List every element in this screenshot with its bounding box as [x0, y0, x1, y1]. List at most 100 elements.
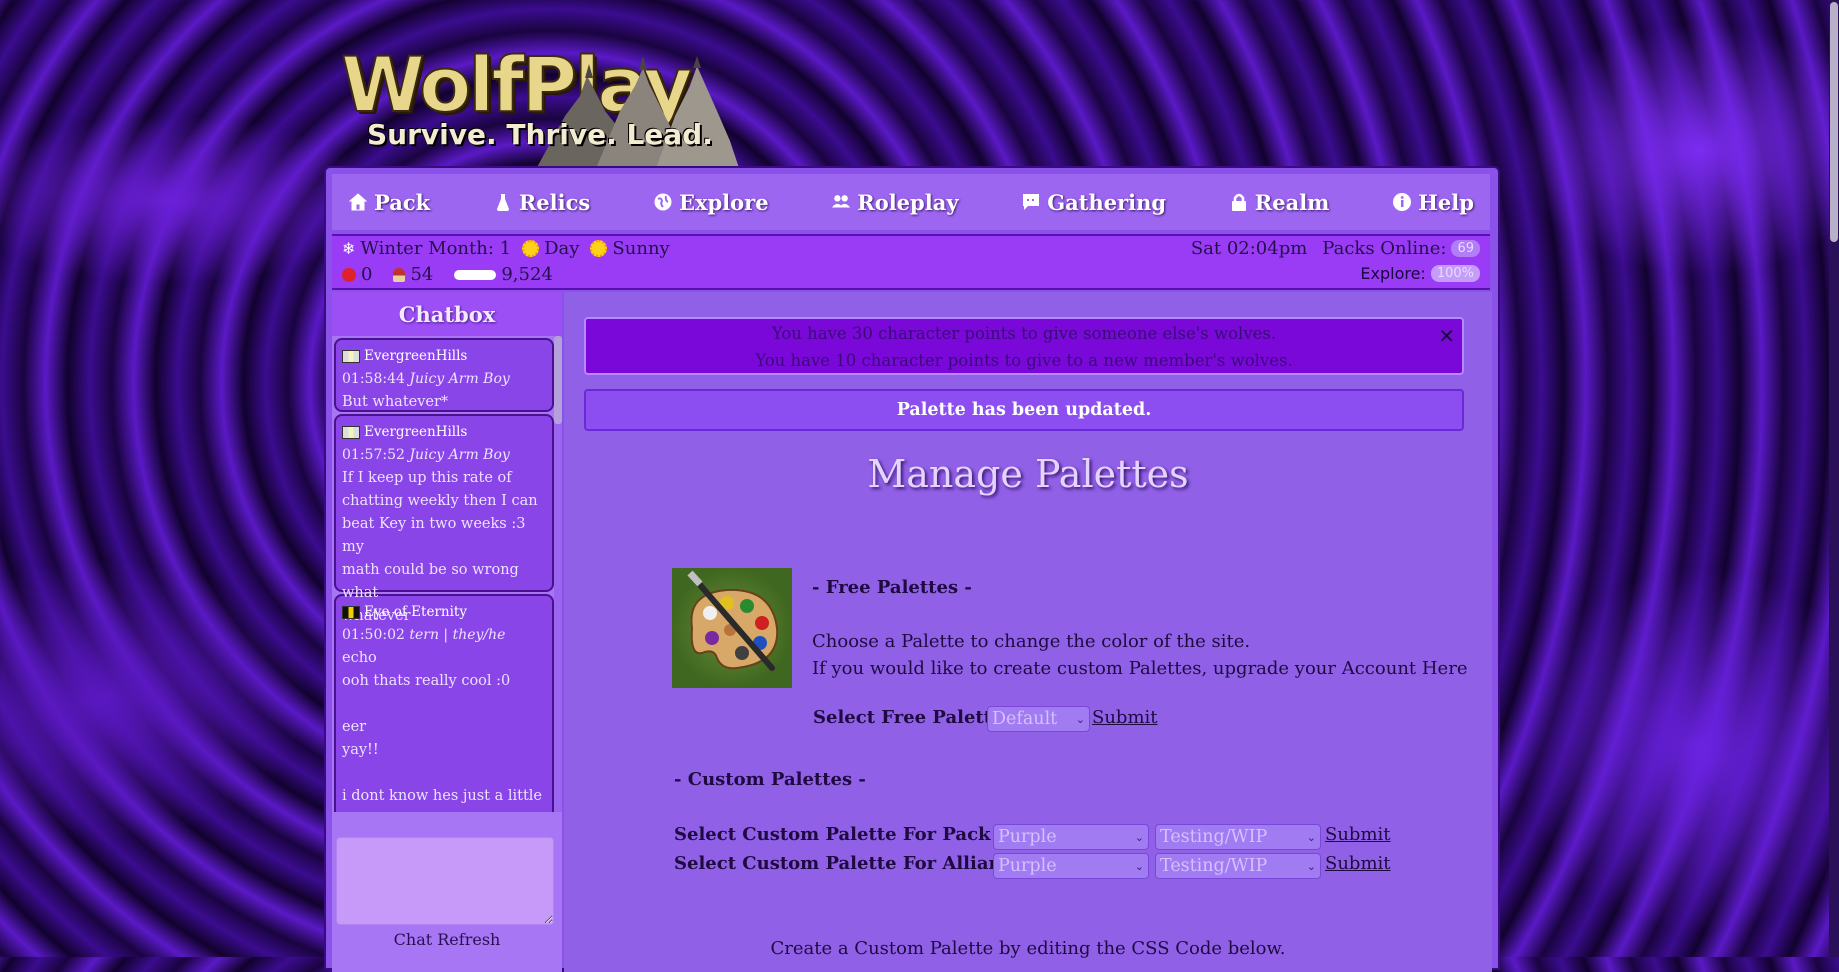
- site-logo[interactable]: WolfPlay Survive. Thrive. Lead.: [335, 38, 750, 171]
- packs-online-badge[interactable]: 69: [1451, 240, 1480, 257]
- explore-meter: 100%: [1430, 265, 1480, 282]
- user-flag-icon: [342, 350, 360, 363]
- chat-line: echo: [342, 650, 377, 666]
- alliance-status-select[interactable]: Testing/WIP ⌄: [1155, 853, 1321, 879]
- chat-scrollbar[interactable]: [554, 336, 562, 812]
- user-flag-icon: [342, 606, 360, 619]
- weather-text: Sunny: [612, 238, 670, 259]
- apples-count: 0: [361, 264, 373, 285]
- mushrooms-count: 54: [410, 264, 434, 285]
- free-palette-submit[interactable]: Submit: [1092, 707, 1158, 728]
- chat-line: But whatever*: [342, 394, 449, 410]
- free-palettes-desc-1: Choose a Palette to change the color of …: [812, 631, 1251, 652]
- pack-palette-label: Select Custom Palette For Pack: [674, 824, 991, 845]
- season-text: Winter Month: 1: [360, 238, 512, 259]
- nav-pack[interactable]: Pack: [342, 190, 436, 215]
- packs-online-label: Packs Online:: [1322, 238, 1447, 259]
- pack-palette-select-value: Purple: [998, 827, 1057, 847]
- alliance-palette-label: Select Custom Palette For Alliance: [674, 853, 1025, 874]
- chat-line: i dont know hes just a little: [342, 788, 542, 804]
- nav-gathering[interactable]: Gathering: [1015, 190, 1172, 215]
- weather-sun-icon: [590, 240, 608, 257]
- nav-realm-label: Realm: [1254, 189, 1330, 215]
- home-icon: [348, 193, 368, 211]
- chevron-down-icon: ⌄: [1306, 859, 1316, 873]
- chat-actions[interactable]: Chat Refresh: [332, 930, 562, 949]
- sun-icon: [522, 240, 540, 257]
- notice-line-2: You have 10 character points to give to …: [755, 351, 1293, 370]
- chat-line: yay!!: [342, 742, 379, 758]
- close-icon[interactable]: ✕: [1438, 323, 1455, 350]
- content-area: You have 30 character points to give som…: [564, 292, 1492, 972]
- chat-tag: Juicy Arm Boy: [409, 371, 510, 387]
- alliance-palette-select-value: Purple: [998, 856, 1057, 876]
- free-palette-select-value: Default: [992, 709, 1058, 729]
- chat-message: EvergreenHills 01:57:52 Juicy Arm Boy If…: [334, 414, 554, 624]
- nav-gathering-label: Gathering: [1047, 189, 1167, 215]
- chat-username[interactable]: EvergreenHills: [364, 345, 467, 368]
- globe-icon: [654, 193, 672, 211]
- chat-username[interactable]: EvergreenHills: [364, 421, 467, 444]
- pack-palette-submit[interactable]: Submit: [1325, 824, 1391, 845]
- chatbox: Chatbox EvergreenHills 01:58:44 Juicy Ar…: [332, 292, 562, 972]
- lock-icon: [1231, 193, 1246, 211]
- bone-icon: [454, 269, 497, 280]
- chat-line: beat Key in two weeks :3 my: [342, 516, 526, 555]
- clock-text: Sat 02:04pm: [1190, 238, 1308, 259]
- chat-message-list[interactable]: EvergreenHills 01:58:44 Juicy Arm Boy Bu…: [332, 336, 562, 812]
- custom-palette-css-instructions: Create a Custom Palette by editing the C…: [770, 938, 1286, 959]
- chat-line: ooh thats really cool :0: [342, 673, 511, 689]
- time-of-day-text: Day: [544, 238, 580, 259]
- info-icon: [1393, 193, 1412, 211]
- main-panel: Pack Relics Explore Roleplay Gathering R…: [324, 166, 1500, 972]
- chat-scrollbar-thumb[interactable]: [554, 336, 562, 424]
- alliance-palette-submit[interactable]: Submit: [1325, 853, 1391, 874]
- paint-palette-icon: [672, 568, 792, 688]
- nav-roleplay[interactable]: Roleplay: [825, 190, 964, 215]
- pack-status-select-value: Testing/WIP: [1160, 827, 1268, 847]
- snowflake-icon: ❄: [342, 239, 356, 258]
- main-nav: Pack Relics Explore Roleplay Gathering R…: [332, 174, 1490, 230]
- chat-username[interactable]: Eye of Eternity: [364, 601, 467, 624]
- chat-bubble-icon: [1023, 194, 1040, 210]
- chat-time: 01:57:52: [342, 447, 405, 463]
- page-scrollbar-thumb[interactable]: [1830, 2, 1838, 242]
- wolves-illustration: [535, 56, 740, 171]
- chevron-down-icon: ⌄: [1134, 830, 1144, 844]
- notice-line-1: You have 30 character points to give som…: [771, 324, 1277, 343]
- character-points-notice: You have 30 character points to give som…: [584, 317, 1464, 375]
- nav-explore[interactable]: Explore: [647, 190, 775, 215]
- chat-line: If I keep up this rate of: [342, 470, 512, 486]
- alliance-palette-select[interactable]: Purple ⌄: [993, 853, 1149, 879]
- chevron-down-icon: ⌄: [1306, 830, 1316, 844]
- page-title: Manage Palettes: [867, 452, 1189, 496]
- chat-time: 01:50:02: [342, 627, 405, 643]
- pack-palette-select[interactable]: Purple ⌄: [993, 824, 1149, 850]
- nav-realm[interactable]: Realm: [1223, 190, 1336, 215]
- chat-line: [342, 693, 546, 716]
- nav-roleplay-label: Roleplay: [857, 189, 959, 215]
- nav-help-label: Help: [1418, 189, 1474, 215]
- chat-message: EvergreenHills 01:58:44 Juicy Arm Boy Bu…: [334, 338, 554, 412]
- mushroom-icon: [393, 267, 406, 282]
- logo-tagline: Survive. Thrive. Lead.: [367, 118, 713, 151]
- nav-relics[interactable]: Relics: [487, 190, 596, 215]
- chat-message: Eye of Eternity 01:50:02 tern | they/he …: [334, 594, 554, 812]
- free-palette-select[interactable]: Default ⌄: [987, 706, 1090, 732]
- custom-palettes-heading: - Custom Palettes -: [674, 769, 866, 790]
- chat-input[interactable]: [336, 837, 554, 925]
- chat-tag: Juicy Arm Boy: [409, 447, 510, 463]
- flash-message: Palette has been updated.: [584, 389, 1464, 431]
- apple-icon: [342, 267, 356, 282]
- bones-count: 9,524: [501, 264, 553, 285]
- chat-line: chatting weekly then I can: [342, 493, 538, 509]
- chatbox-title: Chatbox: [332, 292, 562, 336]
- nav-pack-label: Pack: [374, 189, 431, 215]
- page-scrollbar[interactable]: [1829, 0, 1839, 957]
- flask-icon: [496, 194, 509, 211]
- chat-tag: tern | they/he: [409, 627, 506, 643]
- chevron-down-icon: ⌄: [1075, 712, 1085, 726]
- nav-help[interactable]: Help: [1386, 190, 1480, 215]
- users-icon: [832, 195, 851, 208]
- pack-status-select[interactable]: Testing/WIP ⌄: [1155, 824, 1321, 850]
